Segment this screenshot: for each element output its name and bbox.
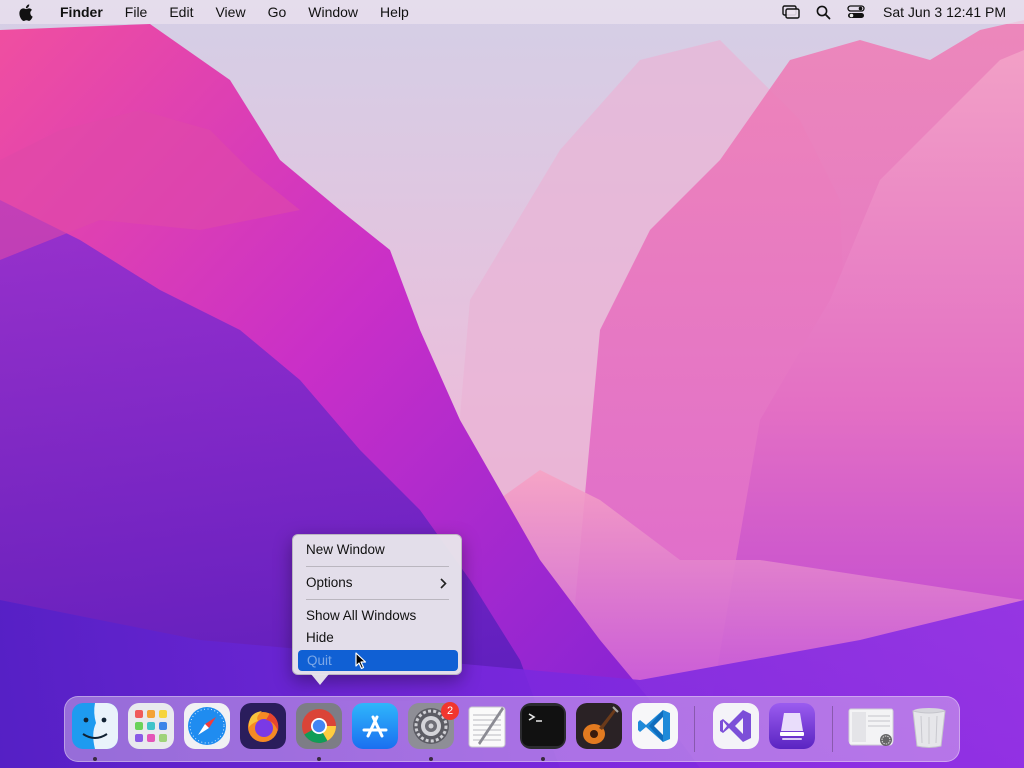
dock-apple-configurator-icon[interactable] <box>769 703 815 749</box>
menu-item-options[interactable]: Options <box>306 573 353 593</box>
menu-item-show-all-windows[interactable]: Show All Windows <box>306 606 416 626</box>
dock-downloads-stack-icon[interactable] <box>848 703 894 749</box>
dock-context-menu: New Window Options Show All Windows Hide… <box>292 534 462 675</box>
context-menu-pointer <box>311 674 329 685</box>
dock-vscode-icon[interactable] <box>632 703 678 749</box>
running-indicator <box>317 757 321 761</box>
notification-badge: 2 <box>441 702 459 720</box>
menu-file[interactable]: File <box>125 4 148 20</box>
dock-terminal-icon[interactable] <box>520 703 566 749</box>
menu-item-hide[interactable]: Hide <box>306 628 334 648</box>
menu-bar-clock[interactable]: Sat Jun 3 12:41 PM <box>883 4 1006 20</box>
dock-launchpad-icon[interactable] <box>128 703 174 749</box>
dock-textedit-icon[interactable] <box>464 703 510 749</box>
menu-go[interactable]: Go <box>268 4 287 20</box>
dock-firefox-icon[interactable] <box>240 703 286 749</box>
dock-finder-icon[interactable] <box>72 703 118 749</box>
desktop-wallpaper <box>0 0 1024 768</box>
spotlight-search-icon[interactable] <box>816 5 831 20</box>
menu-view[interactable]: View <box>215 4 245 20</box>
menu-window[interactable]: Window <box>308 4 358 20</box>
dock-app-store-icon[interactable] <box>352 703 398 749</box>
dock-visual-studio-icon[interactable] <box>713 703 759 749</box>
apple-menu-icon[interactable] <box>18 3 36 21</box>
menu-help[interactable]: Help <box>380 4 409 20</box>
menu-separator <box>306 599 449 600</box>
chevron-right-icon <box>440 576 447 592</box>
menu-app-name[interactable]: Finder <box>60 4 103 20</box>
menu-edit[interactable]: Edit <box>169 4 193 20</box>
dock-separator <box>694 706 695 752</box>
dock-chrome-icon[interactable] <box>296 703 342 749</box>
menu-item-quit[interactable]: Quit <box>298 650 458 671</box>
dock-garageband-icon[interactable] <box>576 703 622 749</box>
dock-trash-icon[interactable] <box>906 703 952 749</box>
running-indicator <box>541 757 545 761</box>
control-center-icon[interactable] <box>847 5 865 19</box>
running-indicator <box>93 757 97 761</box>
dock-separator <box>832 706 833 752</box>
menu-item-quit-label: Quit <box>307 653 332 668</box>
menu-item-new-window[interactable]: New Window <box>306 540 385 560</box>
mouse-pointer-icon <box>355 652 367 675</box>
dock-safari-icon[interactable] <box>184 703 230 749</box>
menu-bar: Finder File Edit View Go Window Help Sat… <box>0 0 1024 24</box>
menu-separator <box>306 566 449 567</box>
screen-mirroring-icon[interactable] <box>782 5 800 19</box>
running-indicator <box>429 757 433 761</box>
